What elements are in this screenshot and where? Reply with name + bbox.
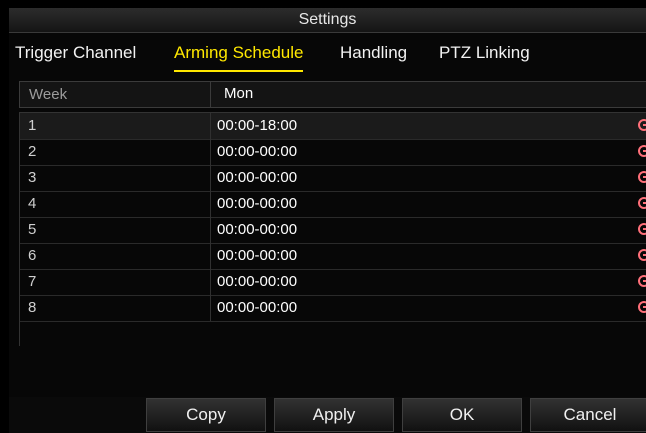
cancel-button[interactable]: Cancel: [530, 398, 646, 432]
apply-button[interactable]: Apply: [274, 398, 394, 432]
tab-arming-schedule[interactable]: Arming Schedule: [174, 43, 304, 72]
clock-icon[interactable]: [638, 301, 646, 313]
tab-trigger-channel[interactable]: Trigger Channel: [15, 43, 136, 63]
table-row: 6 00:00-00:00: [20, 243, 646, 270]
table-row: 2 00:00-00:00: [20, 139, 646, 166]
table-row: 4 00:00-00:00: [20, 191, 646, 218]
week-label: Week: [29, 86, 68, 103]
time-range-field[interactable]: 00:00-00:00: [217, 169, 297, 186]
time-range-field[interactable]: 00:00-00:00: [217, 221, 297, 238]
button-bar: Copy Apply OK Cancel: [9, 397, 646, 433]
settings-dialog: Settings Trigger Channel Arming Schedule…: [9, 8, 646, 433]
row-index: 3: [28, 169, 37, 186]
row-divider: [210, 139, 211, 165]
table-row: 5 00:00-00:00: [20, 217, 646, 244]
clock-icon[interactable]: [638, 249, 646, 261]
row-divider: [210, 191, 211, 217]
time-range-field[interactable]: 00:00-00:00: [217, 273, 297, 290]
clock-icon[interactable]: [638, 119, 646, 131]
clock-icon[interactable]: [638, 275, 646, 287]
time-range-field[interactable]: 00:00-00:00: [217, 143, 297, 160]
row-index: 7: [28, 273, 37, 290]
time-range-field[interactable]: 00:00-18:00: [217, 117, 297, 134]
week-value: Mon: [224, 85, 254, 102]
table-row: 8 00:00-00:00: [20, 295, 646, 322]
table-row: 7 00:00-00:00: [20, 269, 646, 296]
row-divider: [210, 113, 211, 139]
clock-icon[interactable]: [638, 197, 646, 209]
window-title: Settings: [298, 11, 357, 28]
row-divider: [210, 269, 211, 295]
time-range-field[interactable]: 00:00-00:00: [217, 247, 297, 264]
clock-icon[interactable]: [638, 223, 646, 235]
time-range-field[interactable]: 00:00-00:00: [217, 195, 297, 212]
tab-ptz-linking[interactable]: PTZ Linking: [439, 43, 530, 63]
week-row: Week Mon ⌄: [19, 81, 646, 108]
row-divider: [210, 217, 211, 243]
row-divider: [210, 165, 211, 191]
copy-button[interactable]: Copy: [146, 398, 266, 432]
row-index: 4: [28, 195, 37, 212]
row-divider: [210, 243, 211, 269]
week-select[interactable]: Mon ⌄: [210, 81, 646, 108]
clock-icon[interactable]: [638, 145, 646, 157]
row-index: 5: [28, 221, 37, 238]
ok-button[interactable]: OK: [402, 398, 522, 432]
row-index: 2: [28, 143, 37, 160]
row-index: 8: [28, 299, 37, 316]
schedule-table: 1 00:00-18:00 2 00:00-00:00 3 00:00-00:0…: [19, 112, 646, 346]
table-row: 3 00:00-00:00: [20, 165, 646, 192]
title-bar: Settings: [9, 8, 646, 33]
tab-bar: Trigger Channel Arming Schedule Handling…: [9, 33, 646, 75]
table-row: 1 00:00-18:00: [20, 113, 646, 140]
tab-handling[interactable]: Handling: [340, 43, 407, 63]
row-index: 1: [28, 117, 37, 134]
clock-icon[interactable]: [638, 171, 646, 183]
row-index: 6: [28, 247, 37, 264]
time-range-field[interactable]: 00:00-00:00: [217, 299, 297, 316]
row-divider: [210, 295, 211, 321]
